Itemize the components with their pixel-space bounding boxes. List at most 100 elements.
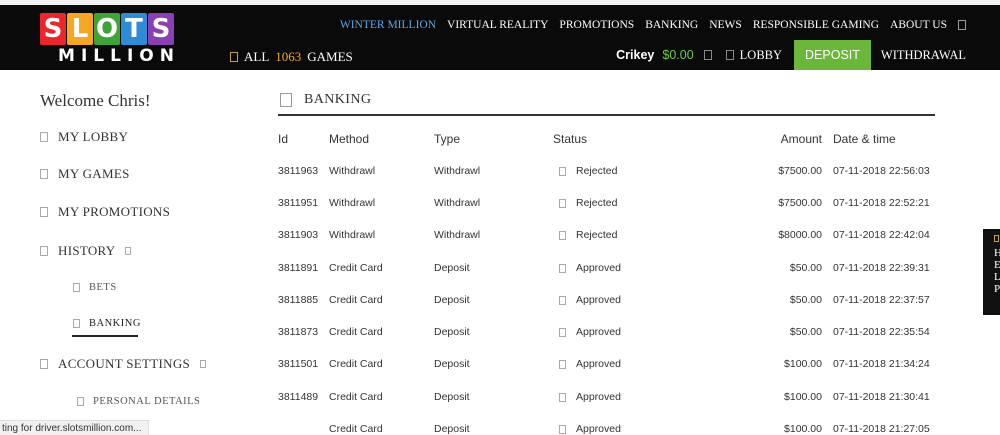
sidebar-item-my-lobby[interactable]: MY LOBBY [40, 129, 128, 145]
logo-tile: L [67, 13, 93, 45]
cell-status: Approved [559, 326, 621, 338]
cell-date: 07-11-2018 22:35:54 [833, 326, 930, 338]
cell-date: 07-11-2018 22:42:04 [833, 229, 930, 241]
cell-amount: $8000.00 [778, 229, 822, 241]
all-games-prefix: ALL [244, 49, 270, 64]
status-icon [559, 263, 566, 273]
account-balance: $0.00 [662, 48, 694, 62]
username: Crikey [616, 48, 655, 62]
status-icon [559, 359, 566, 369]
table-row: 3811903 Withdrawl Withdrawl Rejected $80… [0, 229, 1000, 249]
cell-id: 3811501 [278, 358, 319, 370]
nav-banking[interactable]: BANKING [645, 19, 698, 31]
cell-method: Credit Card [329, 262, 383, 274]
logo-tile: T [121, 13, 147, 45]
table-row: 3811885 Credit Card Deposit Approved $50… [0, 294, 1000, 314]
sidebar-item-label: MY LOBBY [58, 129, 129, 144]
help-widget-tab[interactable]: H E L P [983, 229, 1000, 315]
site-header: S L O T S MILLION ALL 1063 GAMES WINTER … [0, 5, 1000, 70]
withdrawal-link[interactable]: WITHDRAWAL [871, 48, 966, 63]
cell-date: 07-11-2018 22:56:03 [833, 165, 930, 177]
cell-amount: $100.00 [784, 358, 822, 370]
cell-id: 3811885 [278, 294, 319, 306]
status-icon [559, 327, 566, 337]
nav-responsible-gaming[interactable]: RESPONSIBLE GAMING [753, 19, 879, 31]
column-header-date: Date & time [833, 132, 896, 146]
table-row: 3811489 Credit Card Deposit Approved $10… [0, 391, 1000, 411]
logo-subtitle: MILLION [58, 46, 180, 66]
welcome-message: Welcome Chris! [40, 91, 151, 110]
all-games-suffix: GAMES [307, 49, 353, 64]
all-games-link[interactable]: ALL 1063 GAMES [230, 49, 353, 65]
cell-date: 07-11-2018 22:52:21 [833, 197, 930, 209]
status-text: Approved [576, 294, 621, 306]
table-row: Credit Card Deposit Approved $100.00 07-… [0, 423, 1000, 435]
status-text: Rejected [576, 197, 618, 209]
cell-status: Rejected [559, 229, 617, 241]
cell-status: Rejected [559, 197, 617, 209]
cell-method: Credit Card [329, 391, 383, 403]
help-letter: P [994, 283, 1000, 295]
banking-heading: BANKING [280, 92, 371, 108]
cell-method: Credit Card [329, 294, 383, 306]
help-icon [994, 235, 999, 242]
table-row: 3811501 Credit Card Deposit Approved $10… [0, 358, 1000, 378]
cell-amount: $50.00 [789, 294, 822, 306]
cell-amount: $7500.00 [778, 197, 822, 209]
cell-amount: $50.00 [789, 326, 822, 338]
status-icon [559, 392, 566, 402]
cell-type: Withdrawl [434, 165, 481, 177]
cell-type: Deposit [434, 391, 470, 403]
column-header-method: Method [329, 132, 370, 146]
nav-winter-million[interactable]: WINTER MILLION [340, 19, 436, 31]
lobby-icon [725, 50, 734, 60]
lobby-link[interactable]: LOBBY [725, 48, 782, 63]
cell-date: 07-11-2018 22:37:57 [833, 294, 930, 306]
cell-id: 3811903 [278, 229, 319, 241]
cell-status: Approved [559, 294, 621, 306]
status-text: Approved [576, 326, 621, 338]
cell-method: Credit Card [329, 423, 383, 435]
refresh-balance-icon[interactable] [703, 50, 712, 60]
cell-amount: $7500.00 [778, 165, 822, 177]
cell-method: Withdrawl [329, 165, 376, 177]
column-header-type: Type [434, 132, 461, 146]
status-icon [559, 198, 566, 208]
cell-date: 07-11-2018 21:30:41 [833, 391, 930, 403]
help-letter: L [994, 271, 1000, 283]
top-navigation: WINTER MILLION VIRTUAL REALITY PROMOTION… [340, 19, 966, 31]
cell-amount: $50.00 [789, 262, 822, 274]
status-text: Rejected [576, 165, 618, 177]
cell-amount: $100.00 [784, 391, 822, 403]
nav-virtual-reality[interactable]: VIRTUAL REALITY [447, 19, 548, 31]
sidebar-subitem-bets[interactable]: BETS [73, 282, 117, 293]
nav-about-us[interactable]: ABOUT US [890, 19, 947, 31]
slots-million-logo[interactable]: S L O T S MILLION [40, 13, 198, 69]
games-icon [230, 52, 238, 62]
cell-method: Withdrawl [329, 197, 376, 209]
cell-status: Approved [559, 262, 621, 274]
sidebar-subitem-label: BETS [89, 282, 117, 293]
status-text: Approved [576, 391, 621, 403]
logo-tile: S [40, 13, 66, 45]
status-text: Approved [576, 262, 621, 274]
games-count: 1063 [275, 49, 302, 64]
status-icon [559, 295, 566, 305]
search-icon[interactable] [958, 20, 966, 30]
cell-status: Approved [559, 391, 621, 403]
cell-type: Withdrawl [434, 197, 481, 209]
status-text: Approved [576, 358, 621, 370]
logo-tiles: S L O T S [40, 13, 198, 45]
status-icon [559, 230, 566, 240]
nav-promotions[interactable]: PROMOTIONS [559, 19, 634, 31]
cell-id: 3811951 [278, 197, 319, 209]
column-header-status: Status [553, 132, 588, 146]
bets-icon [73, 283, 80, 292]
account-bar: Crikey $0.00 LOBBY DEPOSIT WITHDRAWAL [616, 40, 966, 70]
logo-tile: S [148, 13, 174, 45]
logo-tile: O [94, 13, 120, 45]
deposit-button[interactable]: DEPOSIT [794, 40, 871, 70]
status-icon [559, 424, 566, 434]
table-row: 3811873 Credit Card Deposit Approved $50… [0, 326, 1000, 346]
nav-news[interactable]: NEWS [709, 19, 742, 31]
